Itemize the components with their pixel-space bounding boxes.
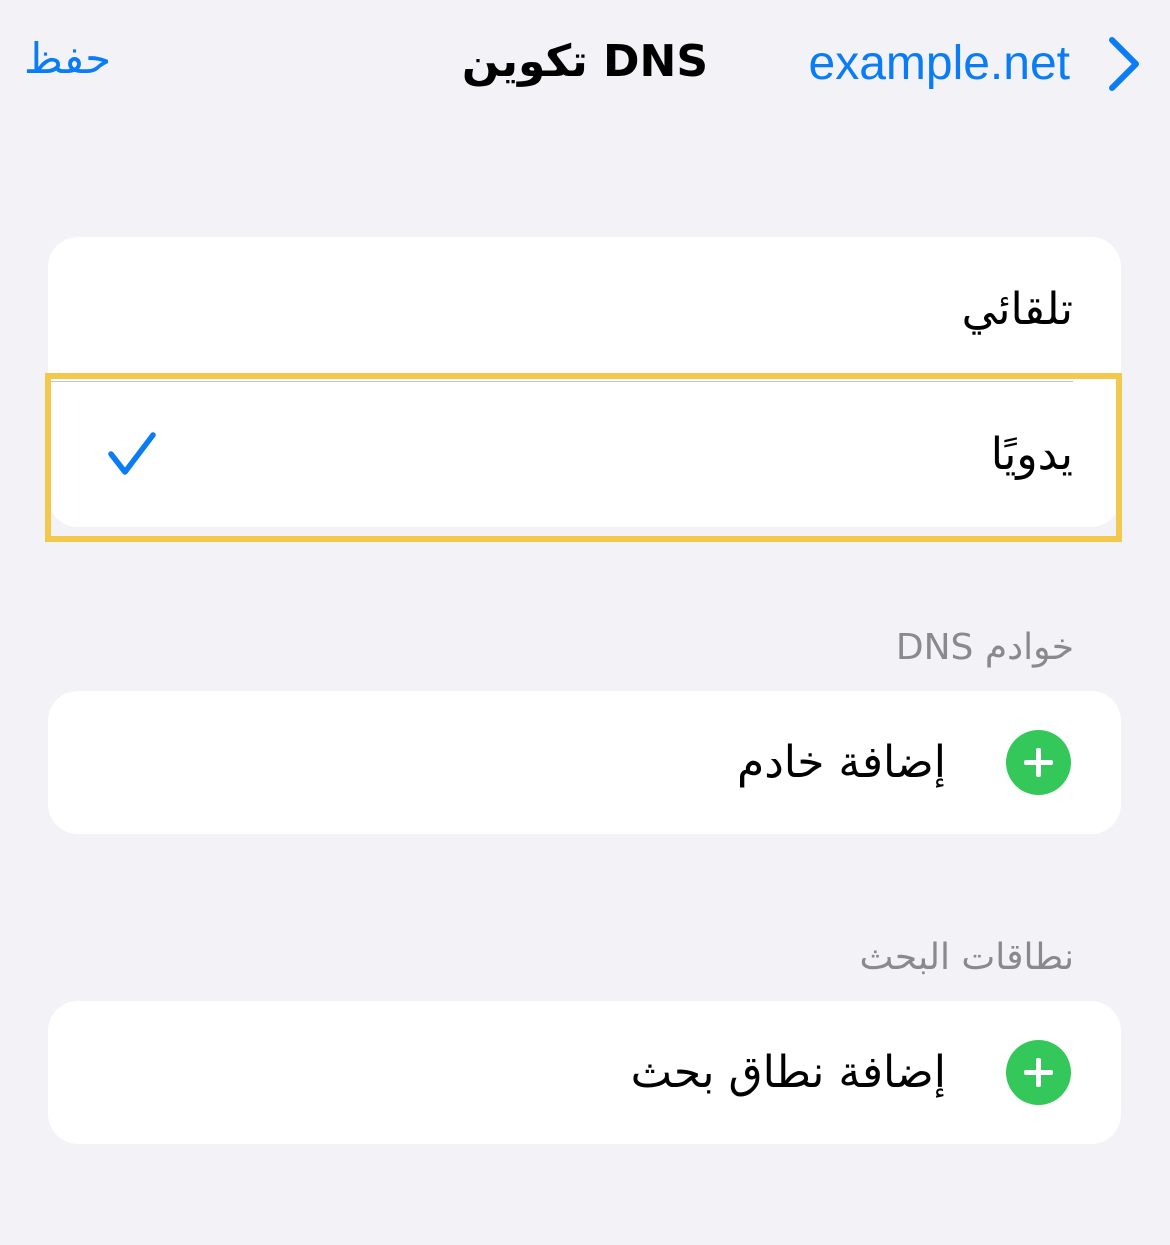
add-search-domain-label: إضافة نطاق بحث (630, 1047, 946, 1098)
chevron-right-icon (1109, 37, 1139, 91)
back-button[interactable]: example.net (809, 34, 1145, 94)
back-button-label: example.net (808, 37, 1071, 91)
option-manual[interactable]: يدويًا (48, 382, 1121, 527)
checkmark-icon (108, 432, 156, 475)
search-domains-header: نطاقات البحث (859, 937, 1074, 978)
search-domains-list: إضافة نطاق بحث (48, 1001, 1121, 1144)
dns-mode-list: تلقائي يدويًا (48, 237, 1121, 527)
option-automatic[interactable]: تلقائي (48, 237, 1121, 382)
add-server-label: إضافة خادم (736, 737, 946, 788)
dns-servers-header: خوادم DNS (895, 627, 1074, 668)
plus-circle-icon (1006, 1040, 1071, 1105)
add-search-domain-button[interactable]: إضافة نطاق بحث (48, 1001, 1121, 1144)
add-server-button[interactable]: إضافة خادم (48, 691, 1121, 834)
option-manual-label: يدويًا (990, 429, 1073, 480)
dns-servers-list: إضافة خادم (48, 691, 1121, 834)
plus-circle-icon (1006, 730, 1071, 795)
option-automatic-label: تلقائي (961, 284, 1073, 335)
